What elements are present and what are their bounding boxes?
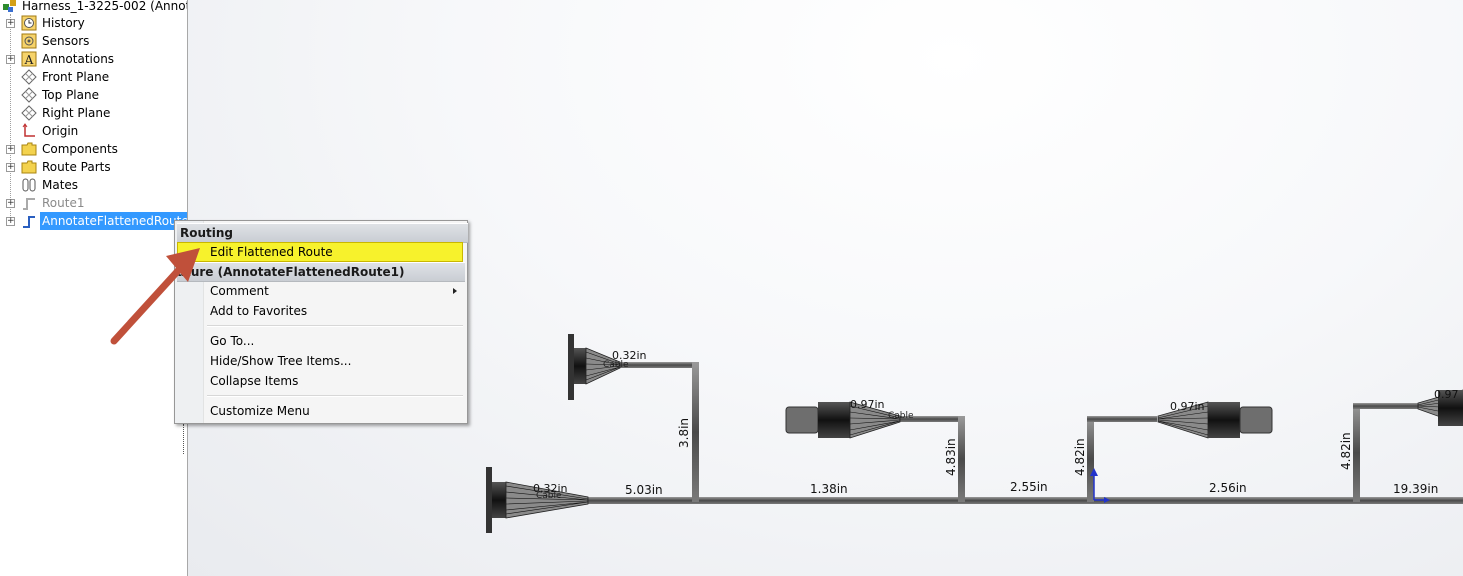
- folder-icon: [21, 160, 37, 174]
- menu-separator: [207, 395, 463, 397]
- plane-icon: [21, 105, 37, 121]
- wire-branch-4-v: [1353, 403, 1360, 502]
- menu-section-feature: ature (AnnotateFlattenedRoute1): [177, 262, 465, 282]
- connector-length-label: 0.97: [1434, 388, 1459, 401]
- menu-item-label: Collapse Items: [210, 374, 299, 388]
- route-icon: [23, 198, 35, 210]
- wire-branch-3-v: [1087, 416, 1094, 502]
- menu-item-label: Customize Menu: [210, 404, 310, 418]
- wire-branch-2-v: [958, 416, 965, 502]
- flattened-route-icon: [23, 216, 35, 228]
- menu-item-label: Comment: [210, 284, 269, 298]
- svg-text:A: A: [24, 53, 34, 67]
- tree-item-label: Origin: [42, 124, 79, 138]
- connector-length-label: 0.97in: [1170, 400, 1205, 413]
- menu-section-routing: Routing: [177, 223, 468, 243]
- menu-item-label: Add to Favorites: [210, 304, 308, 318]
- tree-item-label: Front Plane: [42, 70, 110, 84]
- assembly-icon: [3, 0, 16, 12]
- tree-item-label: Annotations: [42, 52, 115, 66]
- dimension-label: 19.39in: [1393, 482, 1438, 496]
- wire-branch-1-v: [692, 362, 699, 502]
- expand-icon[interactable]: +: [6, 55, 15, 64]
- menu-item-comment[interactable]: Comment: [177, 281, 465, 301]
- tree-item-label: Top Plane: [42, 88, 99, 102]
- menu-separator: [207, 325, 463, 327]
- dimension-label: 4.82in: [1073, 438, 1087, 476]
- expand-icon[interactable]: +: [6, 199, 15, 208]
- dimension-label: 5.03in: [625, 483, 663, 497]
- menu-item-label: Hide/Show Tree Items...: [210, 354, 352, 368]
- tree-item-label: Mates: [42, 178, 79, 192]
- folder-icon: [21, 142, 37, 156]
- connector-length-label: 0.97in: [850, 398, 885, 411]
- plane-icon: [21, 87, 37, 103]
- wire-branch-3-h: [1087, 416, 1157, 422]
- menu-item-collapse-items[interactable]: Collapse Items: [177, 371, 465, 391]
- annotation-icon: A: [21, 51, 37, 67]
- tree-item-label: History: [42, 16, 85, 30]
- tree-item-label: Right Plane: [42, 106, 111, 120]
- menu-item-edit-flattened-route[interactable]: Edit Flattened Route: [177, 242, 463, 262]
- tree-root-label: Harness_1-3225-002 (Annotate: [22, 0, 187, 13]
- tree-item-label: AnnotateFlattenedRoute1: [40, 212, 187, 230]
- origin-icon: [22, 123, 35, 137]
- menu-item-hide-show-tree-items[interactable]: Hide/Show Tree Items...: [177, 351, 465, 371]
- expand-icon[interactable]: +: [6, 19, 15, 28]
- tree-item-label: Sensors: [42, 34, 90, 48]
- wire-branch-4-h: [1353, 403, 1418, 409]
- tree-item-label: Route1: [42, 196, 85, 210]
- history-icon: [21, 15, 37, 31]
- expand-icon[interactable]: +: [6, 217, 15, 226]
- cable-label: Cable: [603, 360, 629, 370]
- tree-item-label: Components: [42, 142, 118, 156]
- tree-item-label: Route Parts: [42, 160, 111, 174]
- dimension-label: 2.55in: [1010, 480, 1048, 494]
- wire-branch-1-h: [618, 362, 698, 368]
- feature-manager-tree: Harness_1-3225-002 (Annotate + History S…: [0, 0, 188, 576]
- cable-label: Cable: [536, 491, 562, 501]
- menu-item-label: Edit Flattened Route: [210, 245, 333, 259]
- menu-item-go-to[interactable]: Go To...: [177, 331, 465, 351]
- cable-label: Cable: [888, 411, 914, 421]
- dimension-label: 2.56in: [1209, 481, 1247, 495]
- submenu-arrow-icon: [453, 288, 457, 294]
- dimension-label: 3.8in: [677, 418, 691, 448]
- expand-icon[interactable]: +: [6, 145, 15, 154]
- context-menu: Routing Edit Flattened Route ature (Anno…: [174, 220, 468, 424]
- wire-trunk: [588, 497, 1463, 504]
- expand-icon[interactable]: +: [6, 163, 15, 172]
- plane-icon: [21, 69, 37, 85]
- menu-item-add-to-favorites[interactable]: Add to Favorites: [177, 301, 465, 321]
- dimension-label: 4.82in: [1339, 432, 1353, 470]
- sensor-icon: [21, 33, 37, 49]
- dimension-label: 1.38in: [810, 482, 848, 496]
- mates-icon: [22, 178, 36, 192]
- menu-item-label: Go To...: [210, 334, 255, 348]
- menu-item-customize-menu[interactable]: Customize Menu: [177, 401, 465, 421]
- dimension-label: 4.83in: [944, 438, 958, 476]
